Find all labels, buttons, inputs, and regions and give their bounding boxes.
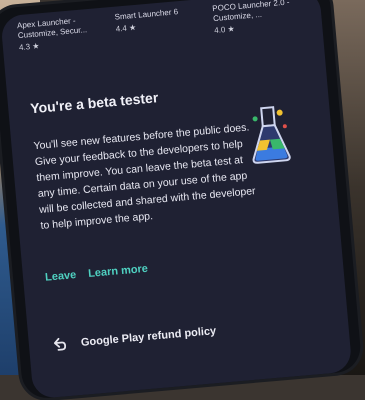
app-card[interactable]: Smart Launcher 6 4.4 ★ <box>114 5 202 44</box>
similar-apps-row: Apex Launcher - Customize, Secur... 4.3 … <box>17 0 313 53</box>
learn-more-link[interactable]: Learn more <box>88 263 149 280</box>
app-card[interactable]: POCO Launcher 2.0 - Customize, ... 4.0 ★ <box>212 0 300 36</box>
refund-policy-label: Google Play refund policy <box>80 325 217 349</box>
beta-description: You'll see new features before the publi… <box>33 121 257 232</box>
refund-policy-row[interactable]: Google Play refund policy <box>50 323 217 353</box>
leave-beta-link[interactable]: Leave <box>45 269 77 284</box>
beta-actions: Leave Learn more <box>45 263 149 284</box>
play-store-screen: Apex Launcher - Customize, Secur... 4.3 … <box>0 0 353 400</box>
refund-arrow-icon <box>53 337 67 351</box>
app-card[interactable]: Apex Launcher - Customize, Secur... 4.3 … <box>17 14 105 53</box>
beta-flask-icon <box>252 106 291 164</box>
beta-title: You're a beta tester <box>29 89 159 117</box>
phone: Apex Launcher - Customize, Secur... 4.3 … <box>0 0 363 400</box>
